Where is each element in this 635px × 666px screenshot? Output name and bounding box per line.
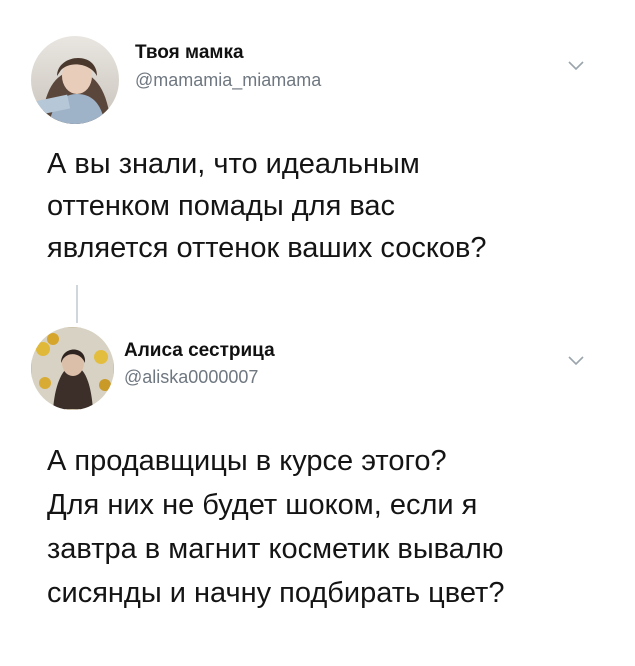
author-avatar[interactable] [31,36,119,124]
tweet-text-line: А продавщицы в курсе этого? [47,445,447,477]
author-avatar[interactable] [31,327,114,410]
tweet-text-line: является оттенок ваших сосков? [47,232,487,264]
reply-tweet: Алиса сестрица @aliska0000007 А продавщи… [0,300,635,666]
tweet-text-line: оттенком помады для вас [47,190,396,222]
author-display-name[interactable]: Твоя мамка [135,42,244,64]
tweet: Твоя мамка @mamamia_miamama А вы знали, … [0,0,635,290]
tweet-text: А вы знали, что идеальным оттенком помад… [47,143,617,269]
chevron-down-icon[interactable] [567,60,585,72]
chevron-down-icon[interactable] [567,355,585,367]
tweet-text-line: завтра в магнит косметик вывалю [47,533,504,565]
author-display-name[interactable]: Алиса сестрица [124,340,275,362]
author-handle[interactable]: @mamamia_miamama [135,70,321,91]
avatar-photo-icon [31,36,119,124]
avatar-photo-icon [31,327,114,410]
tweet-text-line: А вы знали, что идеальным [47,148,420,180]
author-handle[interactable]: @aliska0000007 [124,367,258,388]
tweet-text: А продавщицы в курсе этого? Для них не б… [47,439,617,615]
tweet-text-line: сисянды и начну подбирать цвет? [47,577,505,609]
tweet-text-line: Для них не будет шоком, если я [47,489,478,521]
